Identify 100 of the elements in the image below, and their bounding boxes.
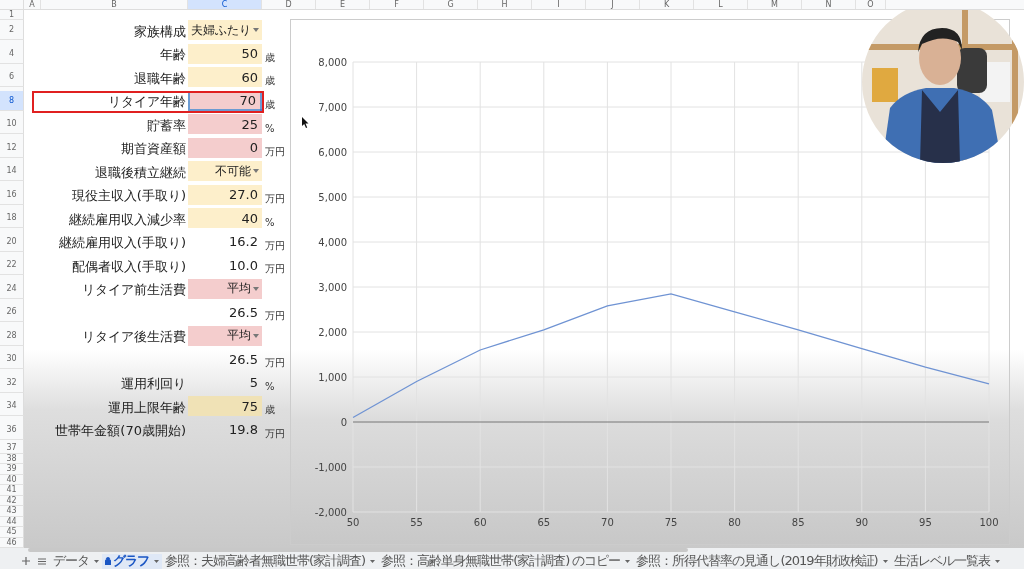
row-number[interactable]: 30 [0,349,24,369]
input-cell[interactable]: 70 [188,90,262,111]
row-number[interactable]: 14 [0,161,24,181]
row-number[interactable]: 36 [0,419,24,440]
caret-icon[interactable] [253,28,259,32]
dropdown-value: 夫婦ふたり [191,21,251,39]
table-cell-text: 26.5 [228,303,259,322]
caret-icon[interactable] [253,169,259,173]
column-header[interactable]: O [856,0,886,9]
row-number[interactable]: 1 [0,10,24,20]
dropdown-cell[interactable]: 不可能 [188,161,262,181]
row-number[interactable]: 10 [0,114,24,134]
row-number[interactable]: 39 [0,464,24,475]
row-number[interactable]: 22 [0,255,24,275]
column-header[interactable]: G [424,0,478,9]
column-header[interactable]: A [24,0,41,9]
row-number[interactable]: 8 [0,90,24,111]
column-header[interactable]: E [316,0,370,9]
input-cell[interactable]: 27.0 [188,184,262,205]
tick-label: 85 [791,517,805,528]
field-label: リタイア前生活費 [81,281,187,300]
row-number[interactable]: 2 [0,20,24,40]
caret-icon[interactable] [154,559,159,563]
tick-label: -2,000 [314,507,347,518]
caret-icon[interactable] [253,333,259,338]
caret-icon[interactable] [94,559,99,563]
unit-label: 万円 [264,144,285,159]
table-cell-text: 10.0 [228,256,259,275]
caret-icon[interactable] [994,559,1000,563]
input-cell[interactable]: 0 [188,137,262,158]
dropdown-cell[interactable]: 夫婦ふたり [188,20,262,40]
row-number[interactable]: 34 [0,396,24,416]
dropdown-cell[interactable]: 平均 [188,278,262,299]
input-cell[interactable]: 60 [188,67,262,87]
column-header[interactable]: M [748,0,802,9]
table-cell-text: 26.5 [228,350,259,369]
row-number[interactable]: 44 [0,516,24,527]
input-cell[interactable]: 50 [188,43,262,64]
input-cell[interactable]: 25 [188,114,262,134]
caret-icon[interactable] [253,286,259,291]
row-number[interactable]: 42 [0,495,24,506]
tick-label: 3,000 [318,282,347,293]
dropdown-value: 不可能 [215,162,251,180]
add-icon[interactable] [22,557,30,565]
row-number[interactable]: 28 [0,325,24,346]
tick-label: 5,000 [318,192,347,203]
input-cell[interactable]: 40 [188,208,262,228]
menu-icon[interactable] [38,557,46,565]
row-number[interactable]: 12 [0,137,24,158]
tick-label: 2,000 [318,327,347,338]
sheet-tab[interactable]: データ [50,553,102,569]
row-number[interactable]: 20 [0,231,24,252]
row-number[interactable]: 38 [0,453,24,464]
tick-label: 80 [728,517,741,528]
tick-label: 90 [855,517,869,528]
unit-label: % [264,216,275,228]
column-header[interactable]: I [532,0,586,9]
column-header[interactable]: F [370,0,424,9]
column-header[interactable]: H [478,0,532,9]
tick-label: 65 [537,517,551,528]
tick-label: 70 [601,517,614,528]
caret-icon[interactable] [625,559,631,563]
column-header[interactable]: K [640,0,694,9]
caret-icon[interactable] [370,559,376,563]
row-number[interactable]: 6 [0,67,24,87]
row-number[interactable]: 43 [0,506,24,517]
input-cell[interactable]: 75 [188,396,262,416]
field-label: 年齢 [159,46,187,65]
tick-label: 55 [410,517,423,528]
row-number[interactable]: 4 [0,43,24,64]
column-header[interactable]: J [586,0,640,9]
row-number[interactable]: 45 [0,527,24,538]
sheet-tab[interactable]: グラフ [102,553,162,569]
unit-label: 万円 [264,426,285,441]
field-label: 運用上限年齢 [107,398,187,417]
sheet-tab[interactable]: 生活レベル一覧表 [890,553,1003,569]
scrollbar[interactable] [28,548,688,552]
sheet-tab[interactable]: 参照：所得代替率の見通し(2019年財政検証) [633,553,891,569]
field-label: 世帯年金額(70歳開始) [54,422,187,441]
row-number[interactable]: 18 [0,208,24,228]
table-cell-text: 19.8 [228,421,259,439]
row-number[interactable]: 41 [0,485,24,496]
row-number[interactable]: 32 [0,372,24,393]
row-number[interactable]: 40 [0,474,24,485]
field-label: 配偶者収入(手取り) [70,257,187,276]
field-label: 継続雇用収入減少率 [68,210,187,229]
field-label: 継続雇用収入(手取り) [57,234,187,253]
dropdown-cell[interactable]: 平均 [188,325,262,346]
caret-icon[interactable] [882,559,888,563]
row-number[interactable]: 24 [0,278,24,299]
column-header[interactable]: D [262,0,316,9]
column-header[interactable]: L [694,0,748,9]
column-header[interactable]: C [188,0,262,9]
column-header[interactable]: N [802,0,856,9]
sheet-tab[interactable]: 参照：夫婦高齢者無職世帯(家計調査) [162,553,379,569]
row-number[interactable]: 16 [0,184,24,205]
row-number[interactable]: 26 [0,302,24,322]
sheet-tab[interactable]: 参照：高齢単身無職世帯(家計調査) のコピー [378,553,634,569]
field-label: 期首資産額 [120,140,187,159]
row-number[interactable]: 37 [0,443,24,454]
